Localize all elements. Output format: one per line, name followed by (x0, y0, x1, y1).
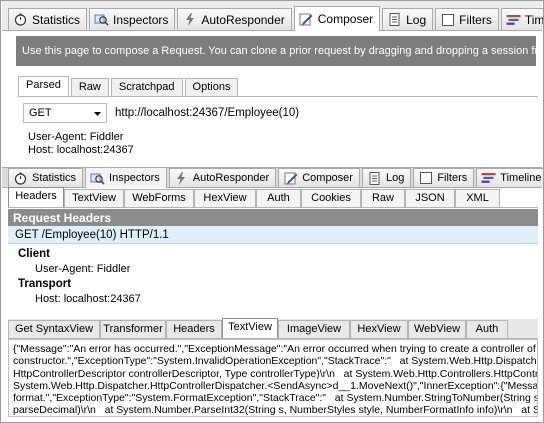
request-headers-editor[interactable]: User-Agent: Fiddler Host: localhost:2436… (28, 131, 134, 157)
header-line: User-Agent: Fiddler (28, 131, 124, 143)
pencil-icon (299, 12, 314, 26)
request-view-tab-textview[interactable]: TextView (64, 189, 124, 207)
main-tab-statistics[interactable]: Statistics (8, 8, 88, 30)
inspector-tab-label: Filters (437, 172, 468, 184)
header-item[interactable]: User-Agent: Fiddler (35, 263, 130, 275)
main-tab-label: Inspectors (113, 12, 169, 27)
main-tab-label: AutoResponder (201, 12, 285, 27)
timeline-icon (506, 13, 521, 27)
method-value: GET (29, 107, 52, 119)
composer-tab-parsed[interactable]: Parsed (18, 76, 69, 96)
inspector-tab-composer[interactable]: Composer (278, 168, 360, 187)
response-line: HttpControllerDescriptor controllerDescr… (13, 367, 538, 380)
url-input[interactable]: http://localhost:24367/Employee(10) (111, 103, 531, 123)
log-icon (367, 171, 382, 185)
inspector-icon (90, 171, 105, 185)
main-tab-filters[interactable]: Filters (435, 8, 499, 30)
checkbox-icon (418, 171, 433, 185)
composer-tab-options[interactable]: Options (184, 78, 239, 96)
header-group-transport[interactable]: Transport (18, 278, 71, 290)
header-group-client[interactable]: Client (18, 248, 50, 260)
request-first-line: GET /Employee(10) HTTP/1.1 (8, 226, 538, 244)
main-tab-timeline[interactable]: Timeline (500, 8, 544, 30)
main-tab-label: Composer (317, 12, 374, 26)
inspector-tab-statistics[interactable]: Statistics (8, 168, 84, 187)
inspector-tab-log[interactable]: Log (361, 168, 412, 187)
response-line: constructor.","ExceptionType":"System.In… (13, 355, 537, 368)
response-line: System.Web.Http.Dispatcher.HttpControlle… (13, 379, 538, 392)
request-view-tab-cookies[interactable]: Cookies (301, 189, 361, 207)
composer-subtabs: Parsed Raw Scratchpad Options (18, 76, 538, 97)
inspector-tab-label: Composer (302, 172, 353, 184)
response-view-tab-auth[interactable]: Auth (466, 320, 508, 338)
response-view-tab-transformer[interactable]: Transformer (100, 320, 166, 338)
request-view-tab-auth[interactable]: Auth (256, 189, 301, 207)
main-tab-log[interactable]: Log (382, 8, 434, 30)
request-view-tab-json[interactable]: JSON (405, 189, 455, 207)
stopwatch-icon (13, 13, 28, 27)
request-view-tab-webforms[interactable]: WebForms (124, 189, 194, 207)
stopwatch-icon (13, 171, 28, 185)
composer-tab-raw[interactable]: Raw (70, 78, 109, 96)
inspector-tab-autoresponder[interactable]: AutoResponder (168, 168, 277, 187)
inspector-tab-label: Log (385, 172, 405, 184)
header-line: Host: localhost:24367 (28, 144, 134, 156)
main-tabstrip: Statistics Inspectors AutoResponder Compose… (2, 1, 544, 31)
response-line: {"Message":"An error has occurred.","Exc… (13, 343, 538, 355)
inspector-tab-label: Inspectors (109, 172, 160, 184)
method-select[interactable]: GET (23, 103, 107, 123)
lightning-icon (174, 171, 189, 185)
request-headers-tree: Client User-Agent: Fiddler Transport Hos… (8, 244, 538, 313)
dropdown-arrow-icon (94, 107, 101, 119)
response-view-tab-headers[interactable]: Headers (166, 320, 222, 338)
header-item[interactable]: Host: localhost:24367 (35, 293, 141, 305)
timeline-icon (481, 171, 496, 185)
request-line: GET http://localhost:24367/Employee(10) (23, 102, 531, 124)
response-view-tab-webview[interactable]: WebView (408, 320, 466, 338)
request-view-tab-headers[interactable]: Headers (8, 187, 64, 207)
response-view-tab-textview[interactable]: TextView (222, 318, 278, 338)
checkbox-icon (440, 13, 455, 27)
response-view-tab-imageview[interactable]: ImageView (278, 320, 350, 338)
response-textview[interactable]: {"Message":"An error has occurred.","Exc… (8, 339, 538, 417)
response-view-tab-hexview[interactable]: HexView (350, 320, 408, 338)
main-tab-label: Timeline (524, 12, 544, 27)
main-tab-composer[interactable]: Composer (293, 6, 381, 31)
pencil-icon (283, 171, 298, 185)
request-view-tabs: Headers TextView WebForms HexView Auth Cookie… (8, 187, 538, 208)
fiddler-window: Statistics Inspectors AutoResponder Compose… (0, 0, 544, 423)
inspector-tab-timeline[interactable]: Timeline (476, 168, 543, 187)
composer-info-banner: Use this page to compose a Request. You … (16, 36, 536, 66)
main-tab-label: Log (406, 12, 427, 27)
response-view-tabs: Get SyntaxView Transformer Headers TextView… (8, 318, 538, 339)
inspector-tab-filters[interactable]: Filters (413, 168, 475, 187)
inspector-tabstrip: Statistics Inspectors AutoResponder Compose… (2, 167, 543, 188)
inspector-tab-label: AutoResponder (192, 172, 270, 184)
main-tab-label: Filters (459, 12, 492, 27)
request-headers-title: Request Headers (8, 209, 538, 226)
response-line: parseDecimal)\r\n at System.Number.Parse… (13, 404, 538, 417)
main-tab-label: Statistics (32, 12, 81, 27)
lightning-icon (182, 13, 197, 27)
response-line: format.","ExceptionType":"System.FormatE… (13, 392, 538, 405)
response-view-tab-get-syntaxview[interactable]: Get SyntaxView (8, 320, 100, 338)
inspector-tab-label: Timeline (500, 172, 542, 184)
inspector-tab-inspectors[interactable]: Inspectors (85, 167, 167, 188)
request-view-tab-xml[interactable]: XML (455, 189, 500, 207)
request-view-tab-hexview[interactable]: HexView (194, 189, 256, 207)
main-tab-inspectors[interactable]: Inspectors (89, 8, 176, 30)
inspector-tab-label: Statistics (32, 172, 77, 184)
inspector-icon (94, 13, 109, 27)
composer-tab-scratchpad[interactable]: Scratchpad (110, 78, 183, 96)
log-icon (387, 13, 402, 27)
request-view-tab-raw[interactable]: Raw (361, 189, 405, 207)
main-tab-autoresponder[interactable]: AutoResponder (177, 8, 292, 30)
